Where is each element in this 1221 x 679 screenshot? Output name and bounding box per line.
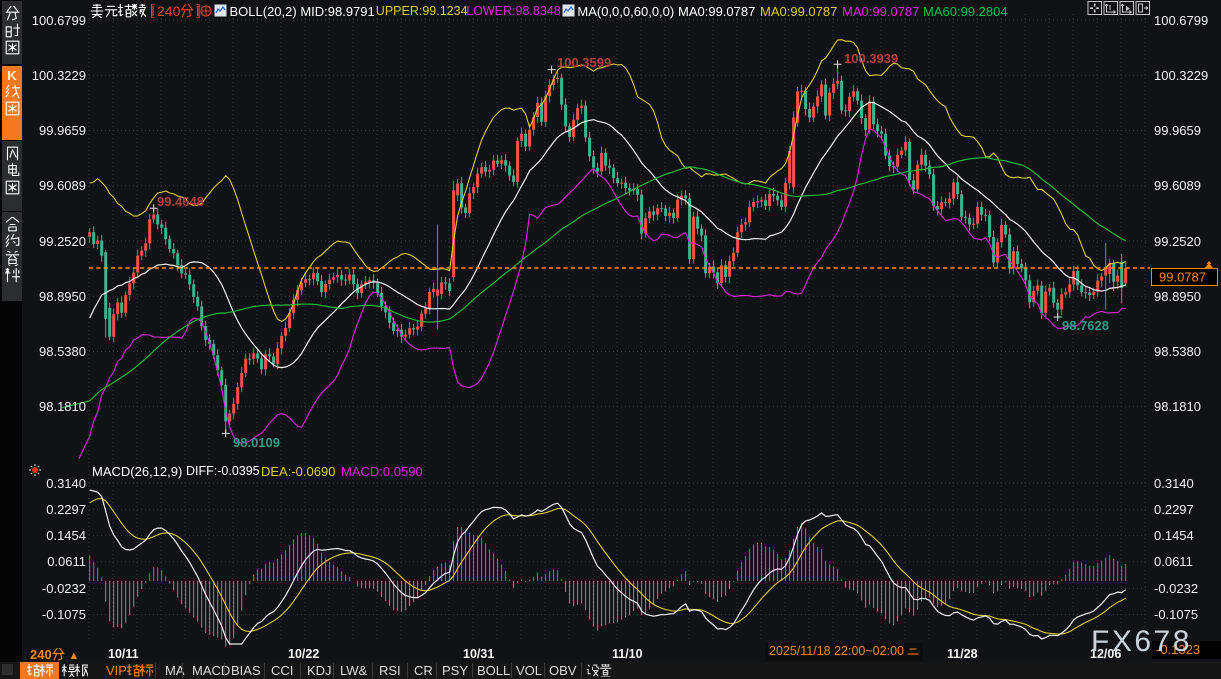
svg-text:99.0787: 99.0787	[1159, 270, 1206, 285]
